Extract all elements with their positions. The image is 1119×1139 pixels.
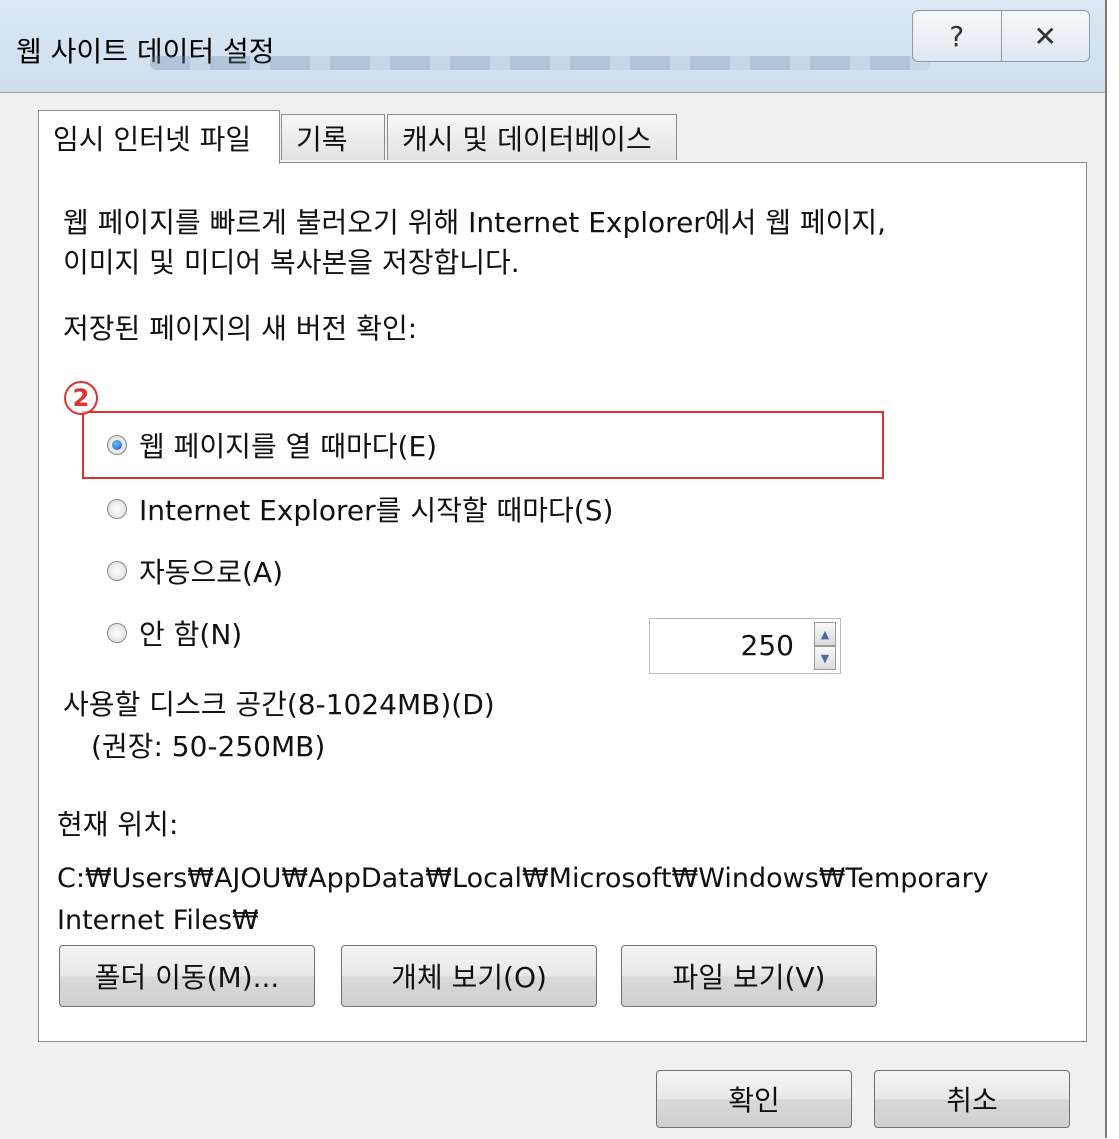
ok-button[interactable]: 확인 [656,1070,852,1128]
caption-buttons: ? ✕ [912,10,1090,62]
radio-label: 웹 페이지를 열 때마다(E) [139,430,438,463]
disk-space-label: 사용할 디스크 공간(8-1024MB)(D) [63,688,495,721]
dialog-client: 임시 인터넷 파일 기록 캐시 및 데이터베이스 웹 페이지를 빠르게 불러오기… [0,92,1105,1139]
dialog-window: 웹 사이트 데이터 설정 ? ✕ 임시 인터넷 파일 기록 캐시 및 데이터베이… [0,0,1107,1139]
current-location-label: 현재 위치: [57,808,179,841]
radio-icon [107,435,127,455]
description-line-2: 이미지 및 미디어 복사본을 저장합니다. [63,246,520,279]
radio-every-start[interactable]: Internet Explorer를 시작할 때마다(S) [107,489,613,529]
radio-icon [107,623,127,643]
view-objects-button[interactable]: 개체 보기(O) [341,945,597,1007]
tab-history[interactable]: 기록 [281,114,385,160]
move-folder-button[interactable]: 폴더 이동(M)... [59,945,315,1007]
radio-never[interactable]: 안 함(N) [107,613,242,653]
step-marker: 2 [64,381,98,415]
radio-every-visit[interactable]: 웹 페이지를 열 때마다(E) [107,425,437,465]
description-line-1: 웹 페이지를 빠르게 불러오기 위해 Internet Explorer에서 웹… [63,206,887,239]
stepper-buttons: ▲ ▼ [814,622,836,670]
close-button[interactable]: ✕ [1000,11,1090,61]
disk-space-stepper[interactable]: 250 ▲ ▼ [649,618,841,674]
view-files-button[interactable]: 파일 보기(V) [621,945,877,1007]
tab-cache-databases[interactable]: 캐시 및 데이터베이스 [387,114,677,160]
disk-space-value[interactable]: 250 [741,629,794,662]
title-bar: 웹 사이트 데이터 설정 ? ✕ [0,0,1105,92]
close-icon: ✕ [1033,19,1057,53]
help-button[interactable]: ? [913,11,1001,61]
radio-automatic[interactable]: 자동으로(A) [107,551,283,591]
tab-panel: 웹 페이지를 빠르게 불러오기 위해 Internet Explorer에서 웹… [38,162,1087,1042]
radio-label: 자동으로(A) [139,556,284,589]
cancel-button[interactable]: 취소 [874,1070,1070,1128]
radio-label: 안 함(N) [139,618,243,651]
radio-icon [107,561,127,581]
location-path-line-2: Internet Files₩ [57,905,259,936]
radio-label: Internet Explorer를 시작할 때마다(S) [139,494,614,527]
disk-space-hint: (권장: 50-250MB) [91,730,326,763]
radio-icon [107,499,127,519]
tab-temp-internet-files[interactable]: 임시 인터넷 파일 [38,110,280,164]
check-versions-label: 저장된 페이지의 새 버전 확인: [63,312,418,345]
help-icon: ? [949,19,965,53]
spin-up-icon[interactable]: ▲ [814,622,836,646]
background-ghost-text [150,56,930,70]
location-path-line-1: C:₩Users₩AJOU₩AppData₩Local₩Microsoft₩Wi… [57,863,989,894]
spin-down-icon[interactable]: ▼ [814,646,836,670]
